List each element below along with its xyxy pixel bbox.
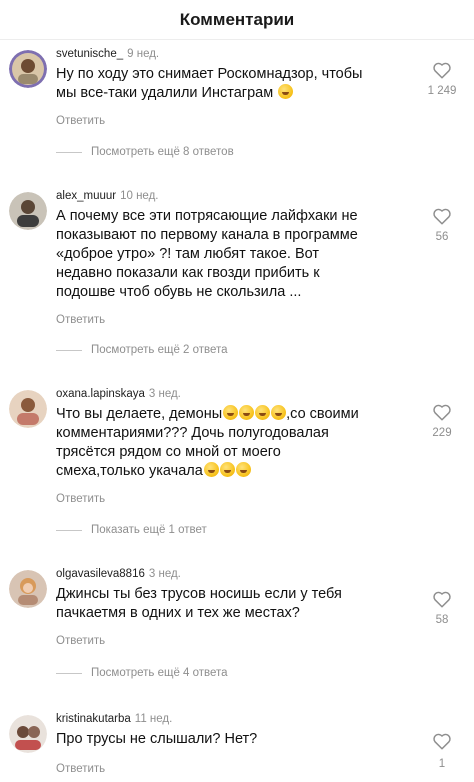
comment-meta: oxana.lapinskaya 3 нед. — [56, 387, 416, 402]
heart-outline-icon[interactable] — [432, 207, 452, 225]
like-count: 56 — [435, 231, 449, 243]
laughing-emoji-icon — [239, 405, 255, 420]
divider — [56, 529, 82, 531]
view-replies-button[interactable]: Посмотреть ещё 4 ответа — [56, 667, 228, 679]
like-button[interactable]: 1 — [422, 732, 462, 770]
comment-body: alex_muuur 10 нед. А почему все эти потря… — [56, 189, 416, 326]
reply-button[interactable]: Ответить — [56, 314, 416, 326]
page-title: Комментарии — [179, 9, 295, 29]
heart-outline-icon[interactable] — [432, 403, 452, 421]
like-button[interactable]: 1 249 — [422, 61, 462, 97]
like-count: 229 — [432, 427, 452, 439]
reply-button[interactable]: Ответить — [56, 763, 416, 775]
comment-text-line: смеха,только укачала — [56, 463, 203, 479]
view-replies-button[interactable]: Показать ещё 1 ответ — [56, 524, 207, 536]
comment-body: kristinakutarba 11 нед. Про трусы не слыш… — [56, 712, 416, 775]
view-replies-button[interactable]: Посмотреть ещё 2 ответа — [56, 344, 228, 356]
like-count: 1 249 — [427, 85, 457, 97]
comment-text-line: Что вы делаете, демоны — [56, 406, 223, 422]
view-replies-button[interactable]: Посмотреть ещё 8 ответов — [56, 146, 234, 158]
laughing-emoji-icon — [219, 462, 235, 477]
username[interactable]: kristinakutarba — [56, 713, 131, 725]
comment-text: Джинсы ты без трусов носишь если у тебя … — [56, 585, 401, 623]
comment-text-line: недавно показали как гвозди прибить к — [56, 265, 320, 281]
like-count: 58 — [435, 614, 449, 626]
divider — [56, 672, 82, 674]
comment-meta: svetunische_ 9 нед. — [56, 47, 416, 62]
laughing-emoji-icon — [255, 405, 271, 420]
laughing-emoji-icon — [271, 405, 287, 420]
heart-outline-icon[interactable] — [432, 61, 452, 79]
avatar[interactable] — [9, 192, 47, 230]
username[interactable]: alex_muuur — [56, 190, 116, 202]
like-button[interactable]: 229 — [422, 403, 462, 439]
comment-text-line: Джинсы ты без трусов носишь если у тебя — [56, 586, 342, 602]
comment-text-line: «доброе утро» ?! там любят такое. Вот — [56, 246, 320, 262]
comment-text-line: Про трусы не слышали? Нет? — [56, 731, 258, 747]
username[interactable]: olgavasileva8816 — [56, 568, 145, 580]
comment-body: oxana.lapinskaya 3 нед. Что вы делаете, д… — [56, 387, 416, 505]
comment-text-line: комментариями??? Дочь полугодовалая — [56, 425, 329, 441]
like-button[interactable]: 58 — [422, 590, 462, 626]
avatar[interactable] — [9, 390, 47, 428]
comment-text: Что вы делаете, демоны ,со своими коммент… — [56, 405, 401, 481]
comment-text: Ну по ходу это снимает Роскомнадзор, что… — [56, 65, 401, 103]
reply-button[interactable]: Ответить — [56, 635, 416, 647]
laughing-emoji-icon — [235, 462, 251, 477]
comment-meta: kristinakutarba 11 нед. — [56, 712, 416, 727]
comment-text-line: показывают по первому канала в программе — [56, 227, 358, 243]
comment-text-line: пачкаетмя в одних и тех же местах? — [56, 605, 300, 621]
laughing-emoji-icon — [203, 462, 219, 477]
like-button[interactable]: 56 — [422, 207, 462, 243]
comment-meta: alex_muuur 10 нед. — [56, 189, 416, 204]
comment-text: А почему все эти потрясающие лайфхаки не… — [56, 207, 401, 302]
heart-outline-icon[interactable] — [432, 732, 452, 750]
comment-text-line: ,со своими — [286, 406, 359, 422]
view-replies-label[interactable]: Посмотреть ещё 2 ответа — [91, 344, 228, 356]
comment-body: olgavasileva8816 3 нед. Джинсы ты без тру… — [56, 567, 416, 647]
timestamp: 9 нед. — [127, 48, 160, 60]
comment-meta: olgavasileva8816 3 нед. — [56, 567, 416, 582]
timestamp: 3 нед. — [148, 388, 181, 400]
divider — [56, 349, 82, 351]
timestamp: 3 нед. — [148, 568, 181, 580]
comment-text: Про трусы не слышали? Нет? — [56, 730, 401, 749]
laughing-emoji-icon — [223, 405, 239, 420]
comment-text-line: А почему все эти потрясающие лайфхаки не — [56, 208, 358, 224]
like-count: 1 — [438, 758, 446, 770]
comment-text-line: мы все-таки удалили Инстаграм — [56, 85, 274, 101]
avatar[interactable] — [9, 715, 47, 753]
divider — [56, 151, 82, 153]
header: Комментарии — [0, 0, 474, 40]
timestamp: 10 нед. — [120, 190, 159, 202]
timestamp: 11 нед. — [134, 713, 173, 725]
comment-text-line: Ну по ходу это снимает Роскомнадзор, что… — [56, 66, 363, 82]
avatar[interactable] — [9, 50, 47, 88]
laughing-emoji-icon — [278, 84, 294, 99]
comments-screen: Комментарии svetunische_ 9 нед. Ну по ход… — [0, 0, 474, 782]
avatar[interactable] — [9, 570, 47, 608]
heart-outline-icon[interactable] — [432, 590, 452, 608]
reply-button[interactable]: Ответить — [56, 115, 416, 127]
username[interactable]: oxana.lapinskaya — [56, 388, 145, 400]
comment-text-line: подошве чтоб обувь не скользила ... — [56, 284, 302, 300]
reply-button[interactable]: Ответить — [56, 493, 416, 505]
view-replies-label[interactable]: Показать ещё 1 ответ — [91, 524, 207, 536]
comment-body: svetunische_ 9 нед. Ну по ходу это снимае… — [56, 47, 416, 127]
view-replies-label[interactable]: Посмотреть ещё 4 ответа — [91, 667, 228, 679]
username[interactable]: svetunische_ — [56, 48, 123, 60]
comment-text-line: трясётся рядом со мной от моего — [56, 444, 281, 460]
view-replies-label[interactable]: Посмотреть ещё 8 ответов — [91, 146, 234, 158]
